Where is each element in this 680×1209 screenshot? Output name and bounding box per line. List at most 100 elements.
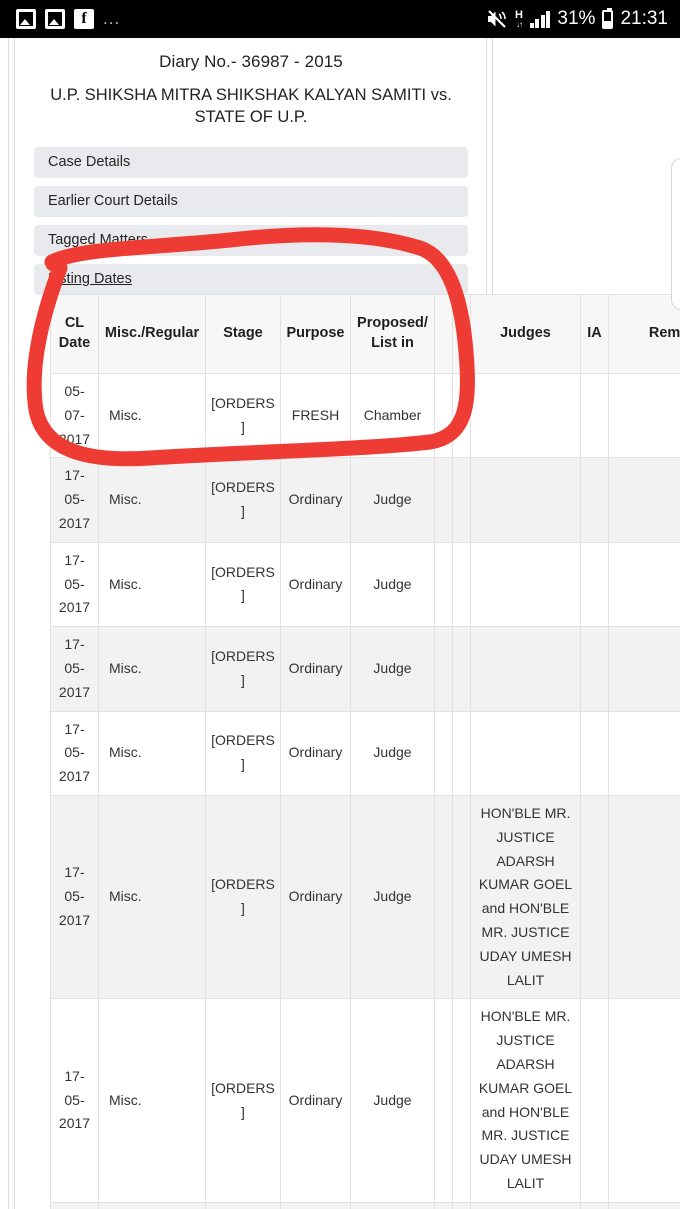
status-bar: f ... H ↓↑ 31% 21:31 (0, 0, 680, 38)
table-row[interactable]: 08-05-2017Misc. Judge (50, 1201, 680, 1209)
cell-misc-regular: Misc. (98, 457, 206, 543)
cell-blank-2 (452, 998, 471, 1203)
case-title: U.P. SHIKSHA MITRA SHIKSHAK KALYAN SAMIT… (50, 86, 452, 127)
col-header-judges: Judges (470, 294, 581, 374)
cell-remarks (608, 541, 680, 628)
cell-misc-regular: Misc. (98, 541, 206, 628)
cell-cl-date: 17-05-2017 (50, 626, 99, 712)
more-notifications-icon: ... (103, 9, 121, 28)
cell-stage: [ORDERS] (205, 541, 281, 628)
cell-remarks (608, 998, 680, 1203)
cell-ia (580, 372, 609, 459)
battery-percent-label: 31% (557, 8, 596, 29)
cell-ia (580, 541, 609, 628)
accordion-item-label: Case Details (48, 154, 131, 171)
battery-icon (602, 7, 614, 29)
cell-stage: [ORDERS] (205, 372, 281, 459)
cell-cl-date: 17-05-2017 (50, 998, 99, 1203)
clock-label: 21:31 (620, 8, 668, 29)
cell-purpose: Ordinary (280, 541, 351, 628)
accordion-item-label: Tagged Matters (48, 232, 148, 249)
accordion-item-case-details[interactable]: Case Details (34, 146, 468, 178)
status-bar-left: f ... (16, 9, 120, 29)
cell-ia (580, 457, 609, 543)
network-type-icon: H ↓↑ (514, 8, 523, 29)
status-bar-right: H ↓↑ 31% 21:31 (486, 7, 668, 30)
cell-misc-regular: Misc. (98, 998, 206, 1203)
cell-remarks (608, 1201, 680, 1209)
cell-proposed-list-in: Chamber (350, 372, 435, 459)
signal-bars-icon (529, 10, 551, 28)
cell-ia (580, 1201, 609, 1209)
cell-blank-1 (434, 710, 453, 796)
cell-blank-1 (434, 541, 453, 628)
table-row[interactable]: 05-07-2017 Misc. [ORDERS] FRESH Chamber (50, 372, 680, 459)
cell-misc-regular: Misc. (98, 372, 206, 459)
cell-judges: HON'BLE MR. JUSTICE ADARSH KUMAR GOEL an… (470, 794, 581, 1000)
cell-judges (470, 372, 581, 459)
screenshot-image-icon (16, 9, 36, 29)
cell-blank-1 (434, 1201, 453, 1209)
cell-remarks (608, 626, 680, 712)
col-header-remarks: Remarks (608, 294, 680, 374)
listing-dates-table-container[interactable]: CL Date Misc./Regular Stage Purpose Prop… (50, 294, 680, 1209)
cell-blank-1 (434, 794, 453, 1000)
table-row[interactable]: 17-05-2017 Misc. [ORDERS] Ordinary Judge (50, 457, 680, 543)
accordion-item-tagged-matters[interactable]: Tagged Matters (34, 224, 468, 256)
cell-remarks (608, 710, 680, 796)
cell-purpose: Ordinary (280, 998, 351, 1203)
cell-purpose: FRESH (280, 372, 351, 459)
cell-misc-regular: Misc. (98, 710, 206, 796)
cell-stage (205, 1201, 281, 1209)
cell-stage: [ORDERS] (205, 457, 281, 543)
cell-proposed-list-in: Judge (350, 626, 435, 712)
cell-ia (580, 626, 609, 712)
col-header-stage: Stage (205, 294, 281, 374)
table-row[interactable]: 17-05-2017 Misc. [ORDERS] Ordinary Judge HON'… (50, 998, 680, 1203)
cell-cl-date: 17-05-2017 (50, 457, 99, 543)
table-body: 05-07-2017 Misc. [ORDERS] FRESH Chamber 17-05… (50, 372, 680, 1209)
cell-proposed-list-in: Judge (350, 794, 435, 1000)
cell-blank-2 (452, 710, 471, 796)
cell-blank-2 (452, 541, 471, 628)
accordion-item-label: Listing Dates (48, 271, 132, 288)
cell-purpose (280, 1201, 351, 1209)
cell-stage: [ORDERS] (205, 626, 281, 712)
scroll-indicator[interactable] (671, 158, 680, 310)
cell-stage: [ORDERS] (205, 998, 281, 1203)
cell-purpose: Ordinary (280, 710, 351, 796)
diary-number: Diary No.- 36987 - 2015 (159, 52, 343, 71)
col-header-proposed-list-in: Proposed/ List in (350, 294, 435, 374)
mute-icon (486, 9, 508, 29)
accordion-item-label: Earlier Court Details (48, 193, 178, 210)
accordion-item-listing-dates[interactable]: Listing Dates (34, 263, 468, 295)
cell-cl-date: 17-05-2017 (50, 794, 99, 1000)
table-row[interactable]: 17-05-2017 Misc. [ORDERS] Ordinary Judge (50, 541, 680, 628)
accordion-item-earlier-court-details[interactable]: Earlier Court Details (34, 185, 468, 217)
cell-ia (580, 998, 609, 1203)
facebook-icon: f (74, 9, 94, 29)
cell-remarks (608, 794, 680, 1000)
cell-judges (470, 710, 581, 796)
cell-stage: [ORDERS] (205, 710, 281, 796)
cell-blank-2 (452, 626, 471, 712)
cell-purpose: Ordinary (280, 457, 351, 543)
table-header-row: CL Date Misc./Regular Stage Purpose Prop… (50, 294, 680, 374)
accordion-section-list: Case Details Earlier Court Details Tagge… (16, 146, 486, 295)
cell-cl-date: 17-05-2017 (50, 541, 99, 628)
table-row[interactable]: 17-05-2017 Misc. [ORDERS] Ordinary Judge (50, 710, 680, 796)
cell-proposed-list-in: Judge (350, 1201, 435, 1209)
cell-ia (580, 794, 609, 1000)
table-row[interactable]: 17-05-2017 Misc. [ORDERS] Ordinary Judge HON'… (50, 794, 680, 1000)
cell-purpose: Ordinary (280, 794, 351, 1000)
cell-cl-date: 17-05-2017 (50, 710, 99, 796)
table-row[interactable]: 17-05-2017 Misc. [ORDERS] Ordinary Judge (50, 626, 680, 712)
cell-remarks (608, 372, 680, 459)
col-header-blank-2 (452, 294, 471, 374)
cell-misc-regular: Misc. (98, 1201, 206, 1209)
page-border-left-outer (8, 38, 9, 1209)
screenshot-image-icon (45, 9, 65, 29)
cell-blank-2 (452, 794, 471, 1000)
cell-proposed-list-in: Judge (350, 710, 435, 796)
col-header-cl-date: CL Date (50, 294, 99, 374)
